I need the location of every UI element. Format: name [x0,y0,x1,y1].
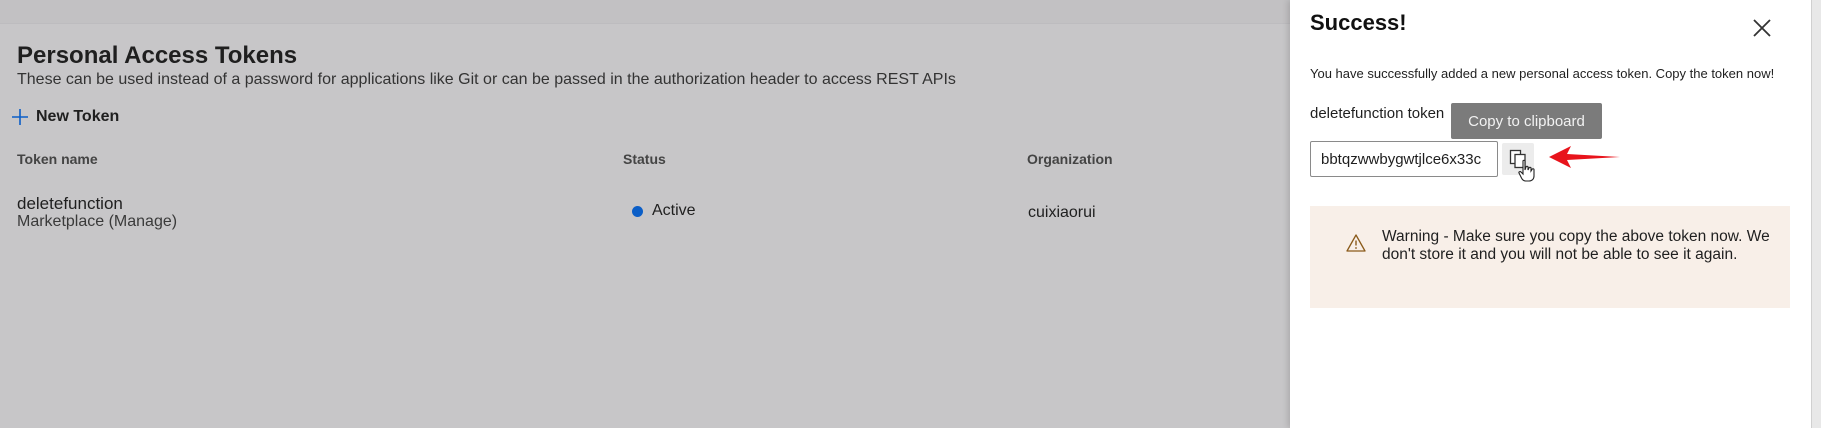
token-label: deletefunction token [1310,105,1445,122]
warning-box: Warning - Make sure you copy the above t… [1310,206,1790,308]
organization-name: cuixiaorui [1028,204,1096,221]
page-title: Personal Access Tokens [17,42,298,69]
screen: Personal Access Tokens These can be used… [0,0,1821,428]
token-name[interactable]: deletefunction [17,194,123,214]
success-panel: Success! You have successfully added a n… [1290,0,1811,428]
success-message: You have successfully added a new person… [1310,66,1775,81]
plus-icon [10,107,30,127]
page-subtitle: These can be used instead of a password … [17,71,956,88]
column-header-status[interactable]: Status [623,151,666,167]
panel-title: Success! [1310,10,1407,35]
new-token-button[interactable]: New Token [10,107,119,127]
window-edge [1811,0,1821,428]
column-header-token-name[interactable]: Token name [17,151,98,167]
warning-text: Warning - Make sure you copy the above t… [1382,228,1770,263]
status-label: Active [652,202,696,219]
warning-icon [1346,234,1366,252]
copy-tooltip: Copy to clipboard [1451,103,1602,139]
close-icon [1753,19,1771,37]
hand-cursor-icon [1518,159,1535,182]
close-button[interactable] [1748,14,1776,42]
top-bar [0,0,1290,24]
status-indicator: Active [632,202,696,220]
new-token-label: New Token [36,108,120,125]
table-row[interactable]: deletefunction Marketplace (Manage) Acti… [0,190,1290,240]
red-arrow-annotation [1549,146,1620,168]
token-scope: Marketplace (Manage) [17,213,178,230]
column-header-organization[interactable]: Organization [1027,151,1113,167]
token-value-input[interactable] [1310,141,1498,177]
status-dot-icon [632,205,643,217]
